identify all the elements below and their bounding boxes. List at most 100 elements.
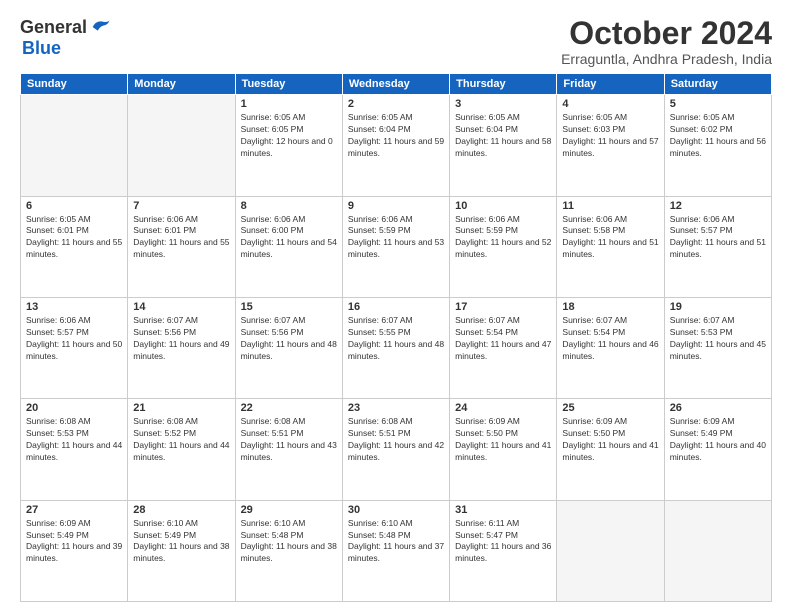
day-number: 27 — [26, 504, 122, 516]
day-cell: 6 Sunrise: 6:05 AMSunset: 6:01 PMDaylight… — [21, 196, 128, 297]
day-cell — [21, 95, 128, 196]
day-info: Sunrise: 6:07 AMSunset: 5:54 PMDaylight:… — [455, 315, 551, 363]
logo-general-text: General — [20, 17, 87, 38]
day-info: Sunrise: 6:06 AMSunset: 5:59 PMDaylight:… — [348, 214, 444, 262]
day-cell: 11Sunrise: 6:06 AMSunset: 5:58 PMDayligh… — [557, 196, 664, 297]
day-info: Sunrise: 6:10 AMSunset: 5:49 PMDaylight:… — [133, 518, 229, 566]
day-info: Sunrise: 6:06 AMSunset: 5:57 PMDaylight:… — [670, 214, 766, 262]
day-number: 6 — [26, 200, 122, 212]
day-number: 3 — [455, 98, 551, 110]
day-info: Sunrise: 6:05 AMSunset: 6:04 PMDaylight:… — [455, 112, 551, 160]
day-number: 31 — [455, 504, 551, 516]
days-header-row: SundayMondayTuesdayWednesdayThursdayFrid… — [21, 74, 772, 95]
day-cell: 16Sunrise: 6:07 AMSunset: 5:55 PMDayligh… — [342, 297, 449, 398]
day-cell: 17 Sunrise: 6:07 AMSunset: 5:54 PMDayligh… — [450, 297, 557, 398]
day-number: 13 — [26, 301, 122, 313]
day-cell: 7 Sunrise: 6:06 AMSunset: 6:01 PMDaylight… — [128, 196, 235, 297]
day-number: 2 — [348, 98, 444, 110]
day-cell: 25 Sunrise: 6:09 AMSunset: 5:50 PMDayligh… — [557, 399, 664, 500]
day-cell: 10 Sunrise: 6:06 AMSunset: 5:59 PMDayligh… — [450, 196, 557, 297]
day-cell: 30Sunrise: 6:10 AMSunset: 5:48 PMDayligh… — [342, 500, 449, 601]
day-header-thursday: Thursday — [450, 74, 557, 95]
day-number: 25 — [562, 402, 658, 414]
week-row-4: 27 Sunrise: 6:09 AMSunset: 5:49 PMDayligh… — [21, 500, 772, 601]
day-header-wednesday: Wednesday — [342, 74, 449, 95]
day-cell: 1Sunrise: 6:05 AMSunset: 6:05 PMDaylight… — [235, 95, 342, 196]
day-cell — [557, 500, 664, 601]
week-row-0: 1Sunrise: 6:05 AMSunset: 6:05 PMDaylight… — [21, 95, 772, 196]
day-info: Sunrise: 6:08 AMSunset: 5:53 PMDaylight:… — [26, 416, 122, 464]
day-number: 9 — [348, 200, 444, 212]
day-number: 8 — [241, 200, 337, 212]
day-cell — [664, 500, 771, 601]
day-header-tuesday: Tuesday — [235, 74, 342, 95]
day-number: 17 — [455, 301, 551, 313]
week-row-3: 20 Sunrise: 6:08 AMSunset: 5:53 PMDayligh… — [21, 399, 772, 500]
week-row-2: 13 Sunrise: 6:06 AMSunset: 5:57 PMDayligh… — [21, 297, 772, 398]
day-info: Sunrise: 6:05 AMSunset: 6:01 PMDaylight:… — [26, 214, 122, 262]
day-cell: 26Sunrise: 6:09 AMSunset: 5:49 PMDayligh… — [664, 399, 771, 500]
day-info: Sunrise: 6:09 AMSunset: 5:49 PMDaylight:… — [26, 518, 122, 566]
day-number: 24 — [455, 402, 551, 414]
day-cell: 27 Sunrise: 6:09 AMSunset: 5:49 PMDayligh… — [21, 500, 128, 601]
day-cell: 22 Sunrise: 6:08 AMSunset: 5:51 PMDayligh… — [235, 399, 342, 500]
day-cell: 20 Sunrise: 6:08 AMSunset: 5:53 PMDayligh… — [21, 399, 128, 500]
day-info: Sunrise: 6:06 AMSunset: 6:00 PMDaylight:… — [241, 214, 337, 262]
day-cell: 28 Sunrise: 6:10 AMSunset: 5:49 PMDayligh… — [128, 500, 235, 601]
day-number: 15 — [241, 301, 337, 313]
day-cell: 15Sunrise: 6:07 AMSunset: 5:56 PMDayligh… — [235, 297, 342, 398]
day-info: Sunrise: 6:05 AMSunset: 6:03 PMDaylight:… — [562, 112, 658, 160]
day-info: Sunrise: 6:06 AMSunset: 5:58 PMDaylight:… — [562, 214, 658, 262]
title-section: October 2024 Erraguntla, Andhra Pradesh,… — [561, 16, 772, 67]
day-number: 21 — [133, 402, 229, 414]
day-number: 23 — [348, 402, 444, 414]
day-cell: 9 Sunrise: 6:06 AMSunset: 5:59 PMDaylight… — [342, 196, 449, 297]
day-number: 28 — [133, 504, 229, 516]
day-info: Sunrise: 6:10 AMSunset: 5:48 PMDaylight:… — [241, 518, 337, 566]
day-cell: 21 Sunrise: 6:08 AMSunset: 5:52 PMDayligh… — [128, 399, 235, 500]
day-info: Sunrise: 6:08 AMSunset: 5:51 PMDaylight:… — [348, 416, 444, 464]
day-info: Sunrise: 6:08 AMSunset: 5:52 PMDaylight:… — [133, 416, 229, 464]
day-number: 20 — [26, 402, 122, 414]
day-info: Sunrise: 6:08 AMSunset: 5:51 PMDaylight:… — [241, 416, 337, 464]
day-number: 10 — [455, 200, 551, 212]
day-cell: 2 Sunrise: 6:05 AMSunset: 6:04 PMDaylight… — [342, 95, 449, 196]
calendar-table: SundayMondayTuesdayWednesdayThursdayFrid… — [20, 73, 772, 602]
header: General Blue October 2024 Erraguntla, An… — [20, 16, 772, 67]
day-cell: 4 Sunrise: 6:05 AMSunset: 6:03 PMDaylight… — [557, 95, 664, 196]
calendar-body: 1Sunrise: 6:05 AMSunset: 6:05 PMDaylight… — [21, 95, 772, 602]
day-info: Sunrise: 6:05 AMSunset: 6:04 PMDaylight:… — [348, 112, 444, 160]
day-header-friday: Friday — [557, 74, 664, 95]
day-header-sunday: Sunday — [21, 74, 128, 95]
day-cell: 12 Sunrise: 6:06 AMSunset: 5:57 PMDayligh… — [664, 196, 771, 297]
day-number: 29 — [241, 504, 337, 516]
day-info: Sunrise: 6:06 AMSunset: 6:01 PMDaylight:… — [133, 214, 229, 262]
day-info: Sunrise: 6:09 AMSunset: 5:50 PMDaylight:… — [562, 416, 658, 464]
day-info: Sunrise: 6:05 AMSunset: 6:05 PMDaylight:… — [241, 112, 337, 160]
day-number: 30 — [348, 504, 444, 516]
logo: General Blue — [20, 16, 111, 59]
day-number: 12 — [670, 200, 766, 212]
day-cell: 24 Sunrise: 6:09 AMSunset: 5:50 PMDayligh… — [450, 399, 557, 500]
day-cell: 8 Sunrise: 6:06 AMSunset: 6:00 PMDaylight… — [235, 196, 342, 297]
day-cell: 3 Sunrise: 6:05 AMSunset: 6:04 PMDaylight… — [450, 95, 557, 196]
day-number: 5 — [670, 98, 766, 110]
day-info: Sunrise: 6:09 AMSunset: 5:50 PMDaylight:… — [455, 416, 551, 464]
day-number: 22 — [241, 402, 337, 414]
day-number: 4 — [562, 98, 658, 110]
day-info: Sunrise: 6:07 AMSunset: 5:54 PMDaylight:… — [562, 315, 658, 363]
day-cell: 31Sunrise: 6:11 AMSunset: 5:47 PMDayligh… — [450, 500, 557, 601]
day-info: Sunrise: 6:07 AMSunset: 5:53 PMDaylight:… — [670, 315, 766, 363]
day-cell: 19Sunrise: 6:07 AMSunset: 5:53 PMDayligh… — [664, 297, 771, 398]
day-cell: 13 Sunrise: 6:06 AMSunset: 5:57 PMDayligh… — [21, 297, 128, 398]
day-info: Sunrise: 6:06 AMSunset: 5:59 PMDaylight:… — [455, 214, 551, 262]
day-number: 7 — [133, 200, 229, 212]
logo-bird-icon — [89, 16, 111, 38]
day-header-monday: Monday — [128, 74, 235, 95]
day-cell — [128, 95, 235, 196]
day-cell: 18Sunrise: 6:07 AMSunset: 5:54 PMDayligh… — [557, 297, 664, 398]
month-title: October 2024 — [561, 16, 772, 51]
day-cell: 14Sunrise: 6:07 AMSunset: 5:56 PMDayligh… — [128, 297, 235, 398]
day-info: Sunrise: 6:05 AMSunset: 6:02 PMDaylight:… — [670, 112, 766, 160]
day-info: Sunrise: 6:06 AMSunset: 5:57 PMDaylight:… — [26, 315, 122, 363]
